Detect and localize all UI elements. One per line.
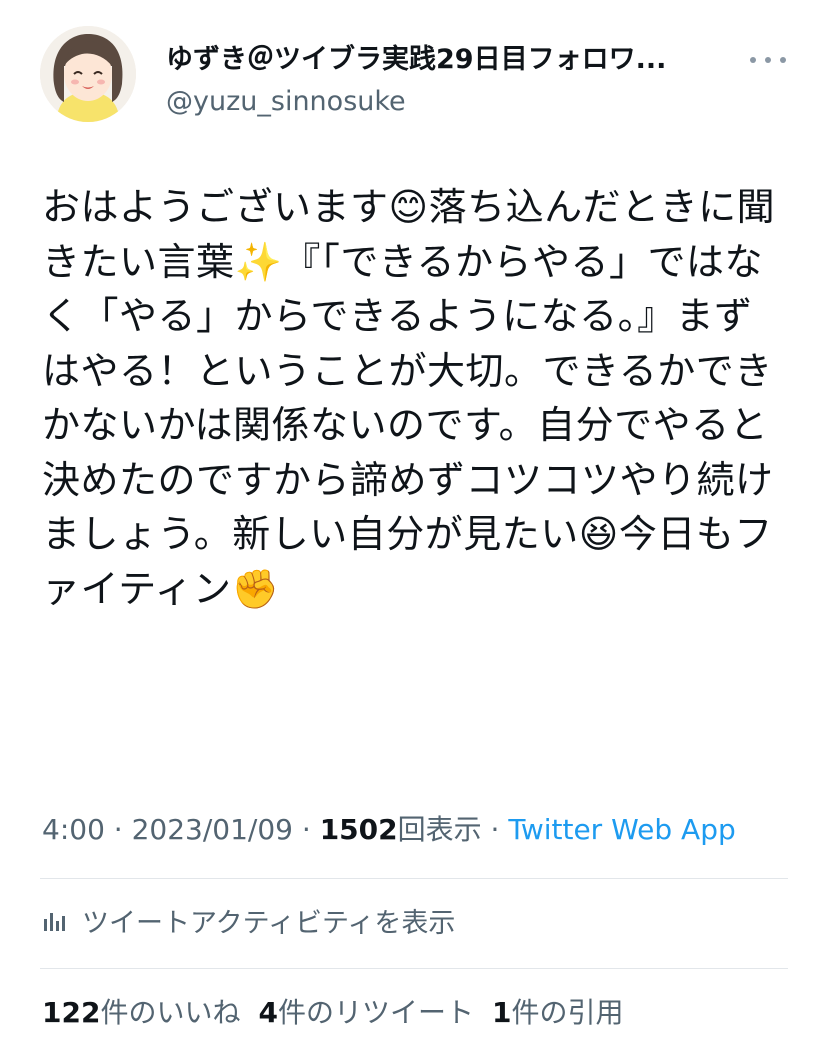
meta-separator: · xyxy=(481,813,509,846)
display-name[interactable]: ゆずき＠ツイブラ実践29日目フォロワ... xyxy=(166,42,736,78)
retweets-count: 4 xyxy=(258,996,278,1029)
tweet-date[interactable]: 2023/01/09 xyxy=(132,813,293,846)
view-label: 回表示 xyxy=(397,813,482,846)
source-link[interactable]: Twitter Web App xyxy=(508,813,735,846)
divider xyxy=(40,878,788,879)
analytics-icon xyxy=(44,913,65,931)
more-dot xyxy=(765,57,771,63)
avatar[interactable] xyxy=(40,26,136,122)
more-dot xyxy=(780,57,786,63)
quotes-label: 件の引用 xyxy=(511,996,624,1029)
tweet-header: ゆずき＠ツイブラ実践29日目フォロワ... @yuzu_sinnosuke xyxy=(40,26,800,136)
view-count: 1502 xyxy=(319,813,398,846)
quotes-stat[interactable]: 1件の引用 xyxy=(492,996,624,1029)
likes-count: 122 xyxy=(42,996,101,1029)
divider xyxy=(40,968,788,969)
retweets-stat[interactable]: 4件のリツイート xyxy=(258,996,474,1029)
more-options-icon[interactable] xyxy=(750,48,786,72)
meta-separator: · xyxy=(104,813,132,846)
user-handle[interactable]: @yuzu_sinnosuke xyxy=(166,84,746,120)
tweet-time[interactable]: 4:00 xyxy=(42,813,105,846)
tweet-meta: 4:00 · 2023/01/09 · 1502回表示 · Twitter We… xyxy=(42,812,802,848)
quotes-count: 1 xyxy=(491,996,512,1029)
activity-label: ツイートアクティビティを表示 xyxy=(82,907,456,939)
likes-label: 件のいいね xyxy=(100,996,241,1029)
tweet-stats: 122件のいいね 4件のリツイート 1件の引用 xyxy=(42,994,623,1032)
retweets-label: 件のリツイート xyxy=(277,996,474,1029)
likes-stat[interactable]: 122件のいいね xyxy=(42,996,240,1029)
author-names: ゆずき＠ツイブラ実践29日目フォロワ... @yuzu_sinnosuke xyxy=(166,42,746,120)
tweet-text: おはようございます😊落ち込んだときに聞きたい言葉✨『「できるからやる」ではなく「… xyxy=(42,185,776,611)
tweet-activity-link[interactable]: ツイートアクティビティを表示 xyxy=(42,900,455,940)
more-dot xyxy=(750,57,756,63)
meta-separator: · xyxy=(292,813,320,846)
avatar-illustration xyxy=(40,26,136,122)
